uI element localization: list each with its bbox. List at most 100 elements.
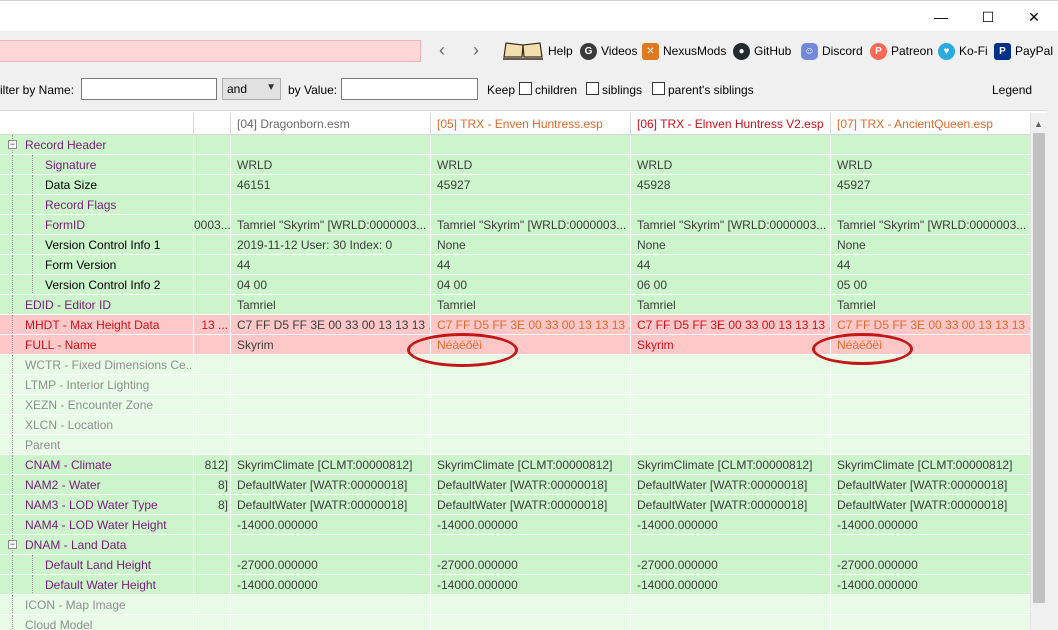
tree-node[interactable]: CNAM - Climate	[0, 455, 193, 475]
filter-name-input[interactable]	[81, 78, 217, 100]
value-cell[interactable]: 44	[830, 255, 1030, 275]
value-cell[interactable]: C7 FF D5 FF 3E 00 33 00 13 13 13 ...	[430, 315, 630, 335]
value-cell[interactable]	[430, 595, 630, 615]
value-cell[interactable]: None	[630, 235, 830, 255]
table-row[interactable]: Version Control Info 1 2019-11-12 User: 3…	[0, 235, 1030, 255]
table-row[interactable]: NAM4 - LOD Water Height -14000.000000 -140…	[0, 515, 1030, 535]
legend-button[interactable]: Legend	[992, 83, 1032, 97]
table-row[interactable]: Data Size 46151 45927 45928 45927	[0, 175, 1030, 195]
table-row[interactable]: Signature WRLD WRLD WRLD WRLD	[0, 155, 1030, 175]
value-cell[interactable]: C7 FF D5 FF 3E 00 33 00 13 13 13 ...	[230, 315, 430, 335]
value-cell[interactable]: 45928	[630, 175, 830, 195]
tree-node[interactable]: LTMP - Interior Lighting	[0, 375, 193, 395]
value-cell[interactable]: 44	[630, 255, 830, 275]
value-cell[interactable]	[430, 135, 630, 155]
tree-node[interactable]: Version Control Info 2	[0, 275, 193, 295]
value-cell[interactable]	[630, 415, 830, 435]
table-row[interactable]: Form Version 44 44 44 44	[0, 255, 1030, 275]
value-cell[interactable]	[230, 615, 430, 630]
column-header-hidden[interactable]	[193, 113, 230, 135]
truncated-column-cell[interactable]	[193, 235, 230, 255]
nexusmods-link[interactable]: ✕ NexusMods	[642, 41, 726, 61]
value-cell[interactable]: C7 FF D5 FF 3E 00 33 00 13 13 13 ...	[830, 315, 1030, 335]
value-cell[interactable]: -14000.000000	[430, 575, 630, 595]
value-cell[interactable]: -27000.000000	[830, 555, 1030, 575]
value-cell[interactable]	[630, 195, 830, 215]
back-button[interactable]: ‹	[430, 40, 454, 62]
value-cell[interactable]	[230, 595, 430, 615]
truncated-column-cell[interactable]	[193, 335, 230, 355]
table-row[interactable]: ICON - Map Image	[0, 595, 1030, 615]
table-row[interactable]: LTMP - Interior Lighting	[0, 375, 1030, 395]
value-cell[interactable]: -14000.000000	[230, 515, 430, 535]
scroll-up-icon[interactable]: ▲	[1034, 119, 1043, 129]
value-cell[interactable]: Tamriel "Skyrim" [WRLD:0000003...	[830, 215, 1030, 235]
truncated-column-cell[interactable]	[193, 355, 230, 375]
value-cell[interactable]	[230, 375, 430, 395]
tree-node[interactable]: NAM3 - LOD Water Type	[0, 495, 193, 515]
value-cell[interactable]: 06 00	[630, 275, 830, 295]
children-checkbox[interactable]	[519, 82, 532, 95]
value-cell[interactable]	[230, 395, 430, 415]
truncated-column-cell[interactable]	[193, 415, 230, 435]
truncated-column-cell[interactable]	[193, 435, 230, 455]
column-header-names[interactable]	[0, 113, 193, 135]
collapse-icon[interactable]: −	[8, 540, 17, 549]
value-cell[interactable]: Tamriel "Skyrim" [WRLD:0000003...	[230, 215, 430, 235]
patreon-link[interactable]: P Patreon	[870, 41, 933, 61]
value-cell[interactable]	[830, 195, 1030, 215]
column-header-dragonborn[interactable]: [04] Dragonborn.esm	[230, 113, 430, 135]
value-cell[interactable]: DefaultWater [WATR:00000018]	[630, 475, 830, 495]
table-row[interactable]: Default Land Height -27000.000000 -27000.0…	[0, 555, 1030, 575]
truncated-column-cell[interactable]	[193, 535, 230, 555]
value-cell[interactable]	[830, 395, 1030, 415]
truncated-column-cell[interactable]	[193, 255, 230, 275]
truncated-column-cell[interactable]	[193, 195, 230, 215]
truncated-column-cell[interactable]: 13 ...	[193, 315, 230, 335]
tree-node[interactable]: XEZN - Encounter Zone	[0, 395, 193, 415]
tree-node[interactable]: Data Size	[0, 175, 193, 195]
table-row[interactable]: Parent	[0, 435, 1030, 455]
tree-node[interactable]: MHDT - Max Height Data	[0, 315, 193, 335]
table-row[interactable]: MHDT - Max Height Data 13 ... C7 FF D5 FF …	[0, 315, 1030, 335]
column-header-enven-huntress[interactable]: [05] TRX - Enven Huntress.esp	[430, 113, 630, 135]
column-header-elnven-huntress-v2[interactable]: [06] TRX - Elnven Huntress V2.esp	[630, 113, 830, 135]
value-cell[interactable]	[430, 615, 630, 630]
tree-node[interactable]: Default Water Height	[0, 575, 193, 595]
value-cell[interactable]: None	[430, 235, 630, 255]
tree-node[interactable]: Form Version	[0, 255, 193, 275]
vertical-scrollbar[interactable]: ▲	[1030, 113, 1047, 630]
table-row[interactable]: Record Flags	[0, 195, 1030, 215]
value-cell[interactable]	[830, 615, 1030, 630]
value-cell[interactable]: Tamriel "Skyrim" [WRLD:0000003...	[630, 215, 830, 235]
table-row[interactable]: − Record Header	[0, 135, 1030, 155]
truncated-column-cell[interactable]	[193, 295, 230, 315]
value-cell[interactable]	[830, 135, 1030, 155]
table-row[interactable]: FormID 0003... Tamriel "Skyrim" [WRLD:0000…	[0, 215, 1030, 235]
truncated-column-cell[interactable]: 8]	[193, 495, 230, 515]
value-cell[interactable]: DefaultWater [WATR:00000018]	[830, 475, 1030, 495]
value-cell[interactable]: -14000.000000	[630, 575, 830, 595]
value-cell[interactable]	[430, 415, 630, 435]
truncated-column-cell[interactable]	[193, 175, 230, 195]
value-cell[interactable]: DefaultWater [WATR:00000018]	[430, 495, 630, 515]
kofi-link[interactable]: ♥ Ko-Fi	[938, 41, 988, 61]
table-row[interactable]: EDID - Editor ID Tamriel Tamriel Tamriel Tam…	[0, 295, 1030, 315]
value-cell[interactable]	[430, 435, 630, 455]
value-cell[interactable]: -14000.000000	[230, 575, 430, 595]
forward-button[interactable]: ›	[464, 40, 488, 62]
table-row[interactable]: NAM2 - Water 8] DefaultWater [WATR:0000001…	[0, 475, 1030, 495]
paypal-link[interactable]: P PayPal	[994, 41, 1053, 61]
truncated-column-cell[interactable]: 0003...	[193, 215, 230, 235]
value-cell[interactable]: WRLD	[430, 155, 630, 175]
value-cell[interactable]	[630, 395, 830, 415]
close-button[interactable]: ✕	[1011, 5, 1057, 29]
value-cell[interactable]	[230, 415, 430, 435]
value-cell[interactable]: Skyrim	[230, 335, 430, 355]
value-cell[interactable]	[830, 435, 1030, 455]
value-cell[interactable]	[830, 595, 1030, 615]
value-cell[interactable]: -27000.000000	[430, 555, 630, 575]
videos-link[interactable]: G Videos	[580, 41, 637, 61]
value-cell[interactable]	[430, 535, 630, 555]
tree-node[interactable]: FormID	[0, 215, 193, 235]
